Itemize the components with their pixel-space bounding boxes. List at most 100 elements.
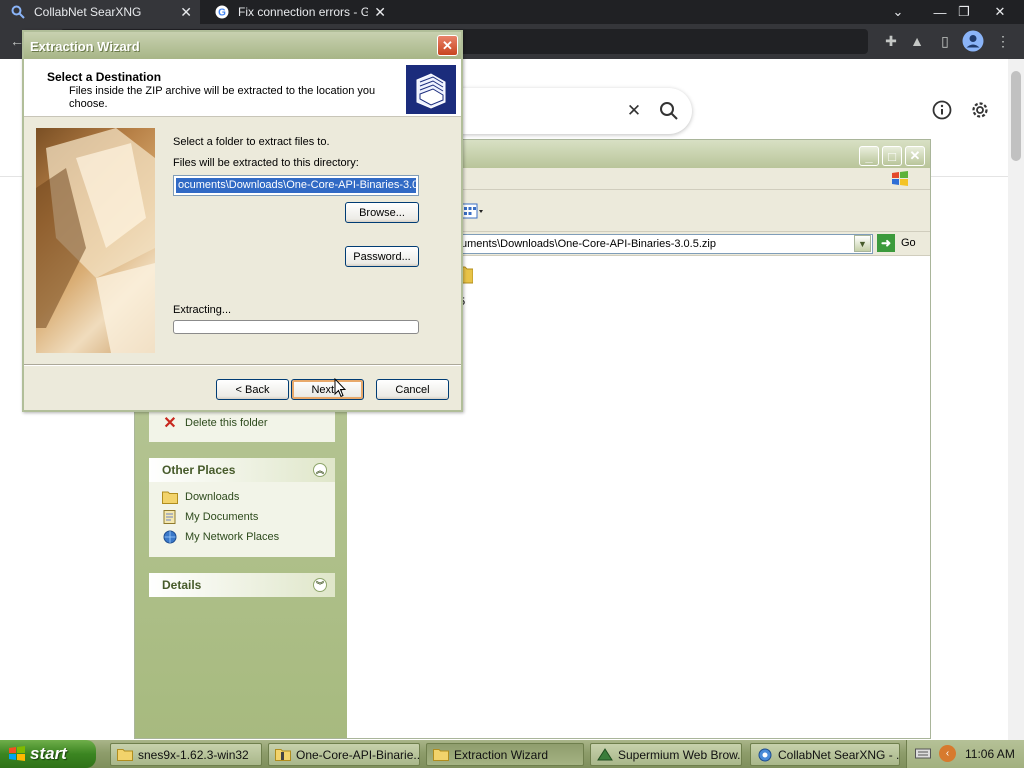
task-label: Supermium Web Brow...	[618, 747, 742, 762]
delete-folder-link[interactable]: ✕ Delete this folder	[149, 413, 268, 433]
directory-value: ocuments\Downloads\One-Core-API-Binaries…	[176, 178, 416, 193]
taskbar-item-supermium[interactable]: Supermium Web Brow...	[590, 743, 742, 766]
address-field[interactable]: uments\Downloads\One-Core-API-Binaries-3…	[435, 234, 873, 254]
extracting-label: Extracting...	[173, 304, 232, 316]
place-downloads[interactable]: Downloads	[149, 487, 335, 507]
step-title: Select a Destination	[47, 70, 162, 84]
next-button[interactable]: Next >	[291, 379, 364, 400]
taskbar-item-snes9x[interactable]: snes9x-1.62.3-win32	[110, 743, 262, 766]
zip-folder-icon	[275, 748, 291, 762]
wizard-divider	[24, 364, 461, 366]
windows-logo-icon	[889, 169, 911, 189]
details-panel: Details ︾	[149, 573, 335, 597]
supermium-icon	[597, 747, 613, 762]
place-label: My Network Places	[185, 531, 280, 543]
task-label: Extraction Wizard	[454, 747, 549, 762]
search-icon[interactable]	[655, 97, 683, 125]
restore-window-icon[interactable]: ❐	[950, 0, 978, 24]
keyboard-icon[interactable]	[915, 747, 931, 760]
system-tray: ‹ 11:06 AM	[906, 740, 1024, 768]
details-title: Details	[162, 578, 202, 592]
menu-kebab-icon[interactable]: ⋮	[992, 30, 1014, 52]
my-documents-icon	[162, 510, 178, 524]
zip-folder-icon	[406, 65, 456, 114]
network-places-icon	[162, 530, 178, 544]
taskbar-item-collabnet[interactable]: CollabNet SearXNG - ...	[750, 743, 900, 766]
clear-search-icon[interactable]: ✕	[620, 97, 648, 125]
address-dropdown-icon[interactable]: ▼	[854, 235, 871, 252]
tray-expand-icon[interactable]: ‹	[939, 745, 956, 762]
wizard-header: Select a Destination Files inside the ZI…	[24, 59, 461, 117]
tab-list-icon[interactable]: ⌄	[884, 0, 912, 24]
windows-flag-icon	[9, 746, 25, 761]
browser-tab-fix-connection[interactable]: G Fix connection errors - Go ✕	[204, 0, 394, 24]
step-description: Files inside the ZIP archive will be ext…	[69, 85, 376, 110]
browse-button[interactable]: Browse...	[345, 202, 419, 223]
close-tab-icon[interactable]: ✕	[180, 4, 192, 21]
other-places-header[interactable]: Other Places ︽	[149, 458, 335, 482]
go-arrow-icon: ➜	[877, 234, 895, 252]
extraction-wizard-dialog: Extraction Wizard ✕ Select a Destination…	[22, 30, 463, 412]
destination-directory-field[interactable]: ocuments\Downloads\One-Core-API-Binaries…	[173, 175, 419, 196]
place-my-documents[interactable]: My Documents	[149, 507, 335, 527]
minimize-icon[interactable]: _	[859, 146, 879, 166]
wizard-title: Extraction Wizard	[30, 39, 140, 54]
search-input[interactable]: ✕	[430, 88, 692, 134]
tab-title: CollabNet SearXNG	[34, 5, 142, 19]
directory-label: Files will be extracted to this director…	[173, 157, 359, 169]
task-label: CollabNet SearXNG - ...	[778, 747, 900, 762]
tab-title: Fix connection errors - Go	[238, 5, 368, 19]
browser-globe-icon	[757, 748, 773, 762]
page-scrollbar[interactable]	[1008, 59, 1024, 740]
maximize-icon[interactable]: □	[882, 146, 902, 166]
profile-avatar-icon[interactable]	[962, 30, 984, 52]
go-label: Go	[901, 237, 916, 249]
gear-icon[interactable]	[966, 96, 994, 124]
scrollbar-thumb[interactable]	[1011, 71, 1021, 161]
browser-tab-strip: CollabNet SearXNG ✕ G Fix connection err…	[0, 0, 1024, 24]
delete-folder-label: Delete this folder	[185, 417, 268, 429]
wizard-side-image	[36, 128, 155, 353]
folder-icon	[162, 490, 178, 504]
close-tab-icon[interactable]: ✕	[374, 4, 386, 21]
back-button[interactable]: < Back	[216, 379, 289, 400]
cancel-button[interactable]: Cancel	[376, 379, 449, 400]
folder-icon	[117, 748, 133, 762]
place-label: My Documents	[185, 511, 259, 523]
delete-x-icon: ✕	[163, 415, 177, 432]
place-my-network-places[interactable]: My Network Places	[149, 527, 335, 547]
close-window-icon[interactable]: ✕	[986, 0, 1014, 24]
browser-tab-searxng[interactable]: CollabNet SearXNG ✕	[0, 0, 200, 24]
wizard-title-bar[interactable]: Extraction Wizard ✕	[24, 32, 461, 59]
views-icon[interactable]	[461, 202, 483, 220]
collapse-chevron-icon[interactable]: ︽	[313, 463, 327, 477]
mouse-cursor-icon	[334, 377, 347, 401]
close-icon[interactable]: ✕	[905, 146, 925, 166]
folder-icon	[433, 748, 449, 762]
place-label: Downloads	[185, 491, 240, 503]
pin-icon[interactable]: ▲	[906, 30, 928, 52]
password-button[interactable]: Password...	[345, 246, 419, 267]
expand-chevron-icon[interactable]: ︾	[313, 578, 327, 592]
taskbar-item-one-core[interactable]: One-Core-API-Binarie...	[268, 743, 420, 766]
taskbar-item-extraction-wizard[interactable]: Extraction Wizard	[426, 743, 584, 766]
search-icon	[10, 4, 26, 20]
select-folder-label: Select a folder to extract files to.	[173, 136, 330, 148]
details-header[interactable]: Details ︾	[149, 573, 335, 597]
start-button[interactable]: start	[0, 740, 96, 768]
info-icon[interactable]	[928, 96, 956, 124]
start-label: start	[30, 744, 67, 763]
taskbar: start snes9x-1.62.3-win32 One-Core-API-B…	[0, 740, 1024, 768]
close-icon[interactable]: ✕	[437, 35, 458, 56]
task-label: snes9x-1.62.3-win32	[138, 747, 249, 762]
side-panel-icon[interactable]: ▯	[934, 30, 956, 52]
go-button[interactable]: ➜ Go	[877, 234, 916, 252]
clock: 11:06 AM	[965, 747, 1015, 761]
task-label: One-Core-API-Binarie...	[296, 747, 420, 762]
google-icon: G	[214, 4, 230, 20]
extraction-progress-bar	[173, 320, 419, 334]
other-places-title: Other Places	[162, 463, 236, 477]
extensions-icon[interactable]: ✚	[880, 30, 902, 52]
svg-text:G: G	[218, 8, 226, 19]
other-places-panel: Other Places ︽ Downloads My Documents My…	[149, 458, 335, 557]
